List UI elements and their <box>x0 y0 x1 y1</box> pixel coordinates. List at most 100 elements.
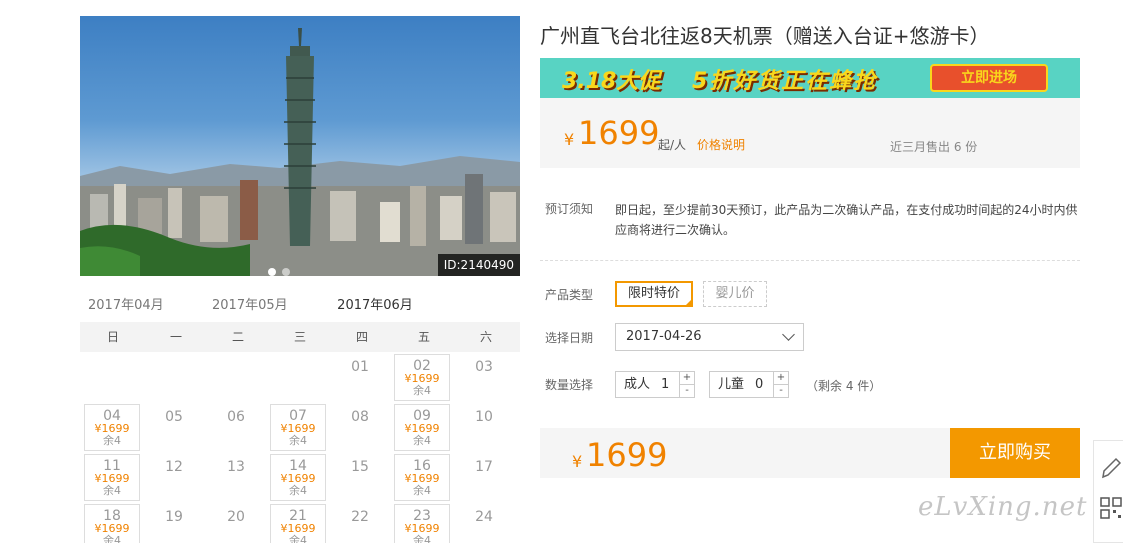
calendar-day-available[interactable]: 02 ¥1699 余4 <box>394 354 450 401</box>
day-number: 07 <box>289 408 307 424</box>
day-number: 14 <box>289 458 307 474</box>
calendar-day-available[interactable]: 16 ¥1699 余4 <box>394 454 450 501</box>
calendar-day: 13 <box>208 454 264 501</box>
promo-text: 5折好货正在蜂抢 <box>692 69 878 94</box>
day-number: 08 <box>351 409 369 425</box>
tab-month-may[interactable]: 2017年05月 <box>212 296 288 324</box>
promo-banner[interactable]: 3.18大促 5折好货正在蜂抢 立即进场 <box>540 58 1080 98</box>
total-amount: 1699 <box>586 436 668 474</box>
day-remaining: 余4 <box>103 434 121 447</box>
weekday-sat: 六 <box>479 330 492 344</box>
product-photo[interactable]: ID:2140490 <box>80 16 520 276</box>
calendar-day-available[interactable]: 21 ¥1699 余4 <box>270 504 326 543</box>
calendar-day-available[interactable]: 14 ¥1699 余4 <box>270 454 326 501</box>
calendar-day: 08 <box>332 404 388 451</box>
adult-minus-button[interactable]: - <box>679 385 694 397</box>
carousel-dot[interactable] <box>268 268 276 276</box>
notice-text: 即日起，至少提前30天预订，此产品为二次确认产品，在支付成功时间起的24小时内供… <box>615 200 1085 240</box>
price-box: ¥ 1699 起/人 价格说明 近三月售出 6 份 <box>540 98 1080 168</box>
pencil-icon[interactable] <box>1094 447 1123 487</box>
chevron-down-icon <box>782 328 795 341</box>
type-label: 产品类型 <box>545 288 594 302</box>
child-label: 儿童 <box>718 377 745 392</box>
child-plus-button[interactable]: + <box>773 372 788 385</box>
calendar-day: 06 <box>208 404 264 451</box>
price-amount: 1699 <box>578 114 660 152</box>
product-title: 广州直飞台北往返8天机票（赠送入台证+悠游卡） <box>540 24 990 48</box>
day-number: 20 <box>227 509 245 525</box>
day-remaining: 余4 <box>289 534 307 543</box>
calendar-day-available[interactable]: 07 ¥1699 余4 <box>270 404 326 451</box>
price-unit: 起/人 <box>658 138 687 152</box>
day-remaining: 余4 <box>413 434 431 447</box>
calendar-day: 17 <box>456 454 512 501</box>
qty-label: 数量选择 <box>545 378 594 392</box>
date-value: 2017-04-26 <box>626 329 702 344</box>
carousel-dot[interactable] <box>282 268 290 276</box>
weekday-fri: 五 <box>417 330 430 344</box>
remaining-count: （剩余 4 件） <box>806 379 882 393</box>
day-number: 12 <box>165 459 183 475</box>
child-stepper[interactable]: 儿童 0 + - <box>709 371 789 398</box>
day-number: 23 <box>413 508 431 524</box>
buy-now-button[interactable]: 立即购买 <box>950 428 1080 478</box>
type-option-special[interactable]: 限时特价 <box>615 281 693 307</box>
adult-count[interactable]: 1 <box>661 372 669 397</box>
child-minus-button[interactable]: - <box>773 385 788 397</box>
child-count[interactable]: 0 <box>755 372 763 397</box>
calendar-day-available[interactable]: 18 ¥1699 余4 <box>84 504 140 543</box>
day-number: 15 <box>351 459 369 475</box>
total-currency: ¥ <box>572 452 583 471</box>
calendar-day: 03 <box>456 354 512 401</box>
calendar-day: 10 <box>456 404 512 451</box>
calendar-day-available[interactable]: 23 ¥1699 余4 <box>394 504 450 543</box>
day-remaining: 余4 <box>413 484 431 497</box>
day-number: 02 <box>413 358 431 374</box>
calendar-day-available[interactable]: 09 ¥1699 余4 <box>394 404 450 451</box>
promo-enter-button[interactable]: 立即进场 <box>930 64 1048 92</box>
day-number: 17 <box>475 459 493 475</box>
day-number: 11 <box>103 458 121 474</box>
promo-tag: 3.18大促 <box>562 69 661 94</box>
price-explanation-link[interactable]: 价格说明 <box>697 136 745 153</box>
calendar-day-available[interactable]: 11 ¥1699 余4 <box>84 454 140 501</box>
weekday-header: 日 一 二 三 四 五 六 <box>80 322 520 352</box>
site-watermark: eLvXing.net <box>918 492 1088 522</box>
day-number: 04 <box>103 408 121 424</box>
calendar-day: 05 <box>146 404 202 451</box>
date-label: 选择日期 <box>545 331 594 345</box>
purchase-bar: ¥ 1699 立即购买 <box>540 428 1080 478</box>
weekday-tue: 二 <box>231 330 244 344</box>
notice-line: 即日起，至少提前30天预订，此产品为二次确认产品，在支付成功时间起的24小时内供 <box>615 203 1078 217</box>
calendar-day: 01 <box>332 354 388 401</box>
day-number: 18 <box>103 508 121 524</box>
calendar-day-available[interactable]: 04 ¥1699 余4 <box>84 404 140 451</box>
day-number: 24 <box>475 509 493 525</box>
day-number: 01 <box>351 359 369 375</box>
type-option-infant[interactable]: 婴儿价 <box>703 281 767 307</box>
day-number: 10 <box>475 409 493 425</box>
day-remaining: 余4 <box>413 384 431 397</box>
divider <box>540 260 1080 261</box>
day-number: 21 <box>289 508 307 524</box>
tab-month-april[interactable]: 2017年04月 <box>88 296 164 324</box>
type-option-label: 限时特价 <box>627 286 680 301</box>
day-number: 13 <box>227 459 245 475</box>
weekday-thu: 四 <box>355 330 368 344</box>
day-number: 03 <box>475 359 493 375</box>
day-number: 09 <box>413 408 431 424</box>
adult-stepper[interactable]: 成人 1 + - <box>615 371 695 398</box>
qr-code-icon[interactable] <box>1099 496 1123 526</box>
day-remaining: 余4 <box>103 534 121 543</box>
date-select[interactable]: 2017-04-26 <box>615 323 804 351</box>
calendar-day: 24 <box>456 504 512 543</box>
sold-count: 近三月售出 6 份 <box>890 140 978 154</box>
adult-label: 成人 <box>624 377 651 392</box>
calendar-day: 12 <box>146 454 202 501</box>
day-number: 16 <box>413 458 431 474</box>
day-number: 19 <box>165 509 183 525</box>
adult-plus-button[interactable]: + <box>679 372 694 385</box>
selected-corner-icon <box>684 298 693 307</box>
weekday-mon: 一 <box>169 330 182 344</box>
price-currency: ¥ <box>564 130 575 149</box>
